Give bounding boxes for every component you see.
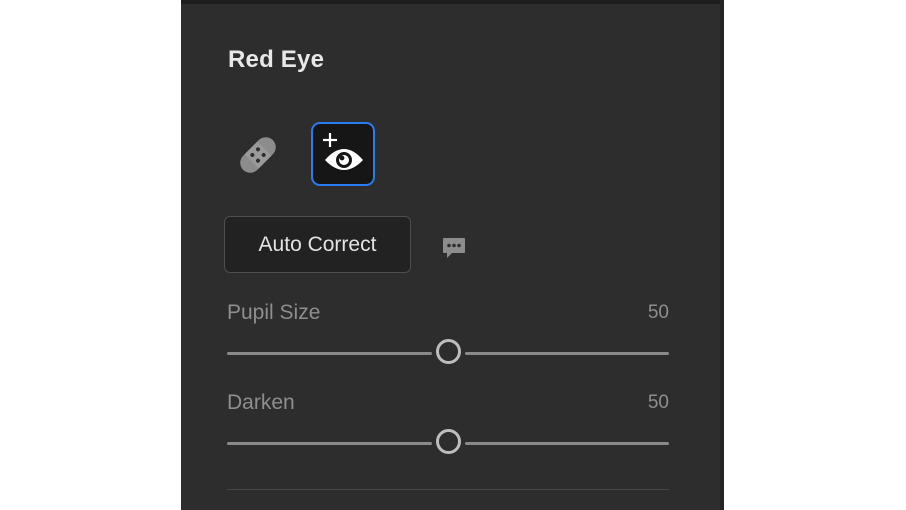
pupil-size-label: Pupil Size (227, 301, 321, 324)
bandage-icon (240, 137, 276, 173)
darken-slider[interactable] (227, 426, 669, 462)
auto-correct-button[interactable]: Auto Correct (224, 216, 411, 273)
section-divider (227, 489, 669, 490)
darken-value: 50 (647, 392, 669, 413)
panel-edge (720, 0, 724, 510)
slider-thumb[interactable] (435, 339, 461, 364)
panel-title: Red Eye (228, 46, 325, 73)
speech-bubble-icon[interactable] (441, 236, 467, 260)
red-eye-tool-button[interactable] (311, 122, 375, 186)
healing-tool-button[interactable] (235, 132, 281, 178)
pupil-size-value: 50 (647, 302, 669, 323)
slider-track-right (464, 442, 669, 445)
slider-track-right (464, 352, 669, 355)
pupil-size-slider[interactable] (227, 336, 669, 372)
red-eye-panel: Red Eye Auto Correct Pupil Size 50 Darke… (181, 0, 724, 510)
slider-thumb[interactable] (435, 429, 461, 454)
slider-track-left (227, 352, 432, 355)
darken-label: Darken (227, 391, 295, 414)
slider-track-left (227, 442, 432, 445)
eye-plus-icon (323, 133, 363, 170)
